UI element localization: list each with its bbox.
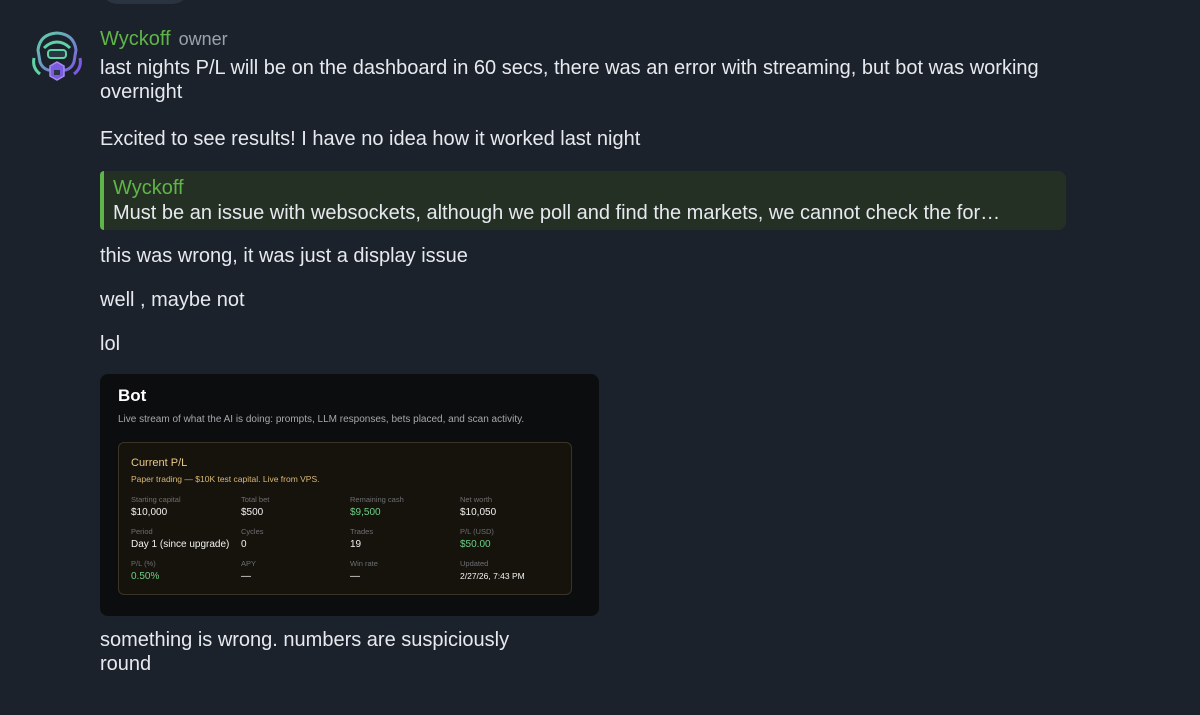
chat-message: Wyckoff owner last nights P/L will be on… — [100, 28, 1110, 676]
message-text: well , maybe not — [100, 289, 245, 311]
robot-avatar-icon[interactable] — [30, 28, 84, 82]
stat-value: 0.50% — [131, 571, 160, 582]
stat-value: $50.00 — [460, 539, 491, 550]
author-name[interactable]: Wyckoff — [100, 28, 171, 51]
stat-trades: Trades 19 — [350, 527, 460, 551]
previous-message-attachment — [100, 0, 190, 4]
pl-card-title: Current P/L — [131, 457, 188, 469]
stat-value: $9,500 — [350, 507, 381, 518]
stat-label: Updated — [460, 559, 489, 568]
stat-pl-usd: P/L (USD) $50.00 — [460, 527, 570, 551]
stats-grid: Starting capital $10,000 Total bet $500 Re… — [131, 495, 559, 583]
stat-remaining-cash: Remaining cash $9,500 — [350, 495, 460, 519]
stat-win-rate: Win rate — — [350, 559, 460, 583]
message-text: lol — [100, 333, 121, 355]
stat-value: $10,050 — [460, 507, 497, 518]
stat-value: Day 1 (since upgrade) — [131, 539, 230, 550]
stat-value: 2/27/26, 7:43 PM — [460, 571, 525, 581]
stat-label: Net worth — [460, 495, 493, 504]
stat-label: APY — [241, 559, 257, 568]
stat-value: $500 — [241, 507, 264, 518]
message-text: last nights P/L will be on the dashboard… — [100, 57, 1039, 103]
stat-cycles: Cycles 0 — [241, 527, 350, 551]
stat-label: P/L (%) — [131, 559, 156, 568]
quoted-author: Wyckoff — [113, 177, 184, 199]
stat-pl-percent: P/L (%) 0.50% — [131, 559, 241, 583]
stat-starting-capital: Starting capital $10,000 — [131, 495, 241, 519]
stat-label: Period — [131, 527, 153, 536]
stat-label: Win rate — [350, 559, 378, 568]
stat-period: Period Day 1 (since upgrade) — [131, 527, 241, 551]
message-text: Excited to see results! I have no idea h… — [100, 128, 641, 150]
stat-net-worth: Net worth $10,050 — [460, 495, 570, 519]
stat-label: Cycles — [241, 527, 264, 536]
stat-value: 19 — [350, 539, 362, 550]
dashboard-subtitle: Live stream of what the AI is doing: pro… — [118, 414, 525, 425]
pl-card-subtitle: Paper trading — $10K test capital. Live … — [131, 474, 320, 484]
stat-value: — — [241, 571, 251, 582]
pl-card: Current P/L Paper trading — $10K test ca… — [118, 442, 572, 595]
stat-label: Trades — [350, 527, 374, 536]
stat-label: Remaining cash — [350, 495, 404, 504]
stat-value: $10,000 — [131, 507, 168, 518]
stat-updated: Updated 2/27/26, 7:43 PM — [460, 559, 570, 583]
stat-value: — — [350, 571, 360, 582]
image-attachment[interactable]: Bot Live stream of what the AI is doing:… — [100, 374, 599, 616]
stat-label: Starting capital — [131, 495, 181, 504]
stat-label: Total bet — [241, 495, 270, 504]
stat-label: P/L (USD) — [460, 527, 494, 536]
author-role: owner — [178, 29, 228, 49]
stat-total-bet: Total bet $500 — [241, 495, 350, 519]
stat-value: 0 — [241, 539, 247, 550]
stat-apy: APY — — [241, 559, 350, 583]
message-text: this was wrong, it was just a display is… — [100, 245, 468, 267]
message-text: something is wrong. numbers are suspicio… — [100, 629, 510, 675]
quoted-message[interactable]: Wyckoff Must be an issue with websockets… — [100, 171, 1066, 230]
quoted-text: Must be an issue with websockets, althou… — [113, 202, 1001, 224]
dashboard-title: Bot — [118, 386, 147, 405]
